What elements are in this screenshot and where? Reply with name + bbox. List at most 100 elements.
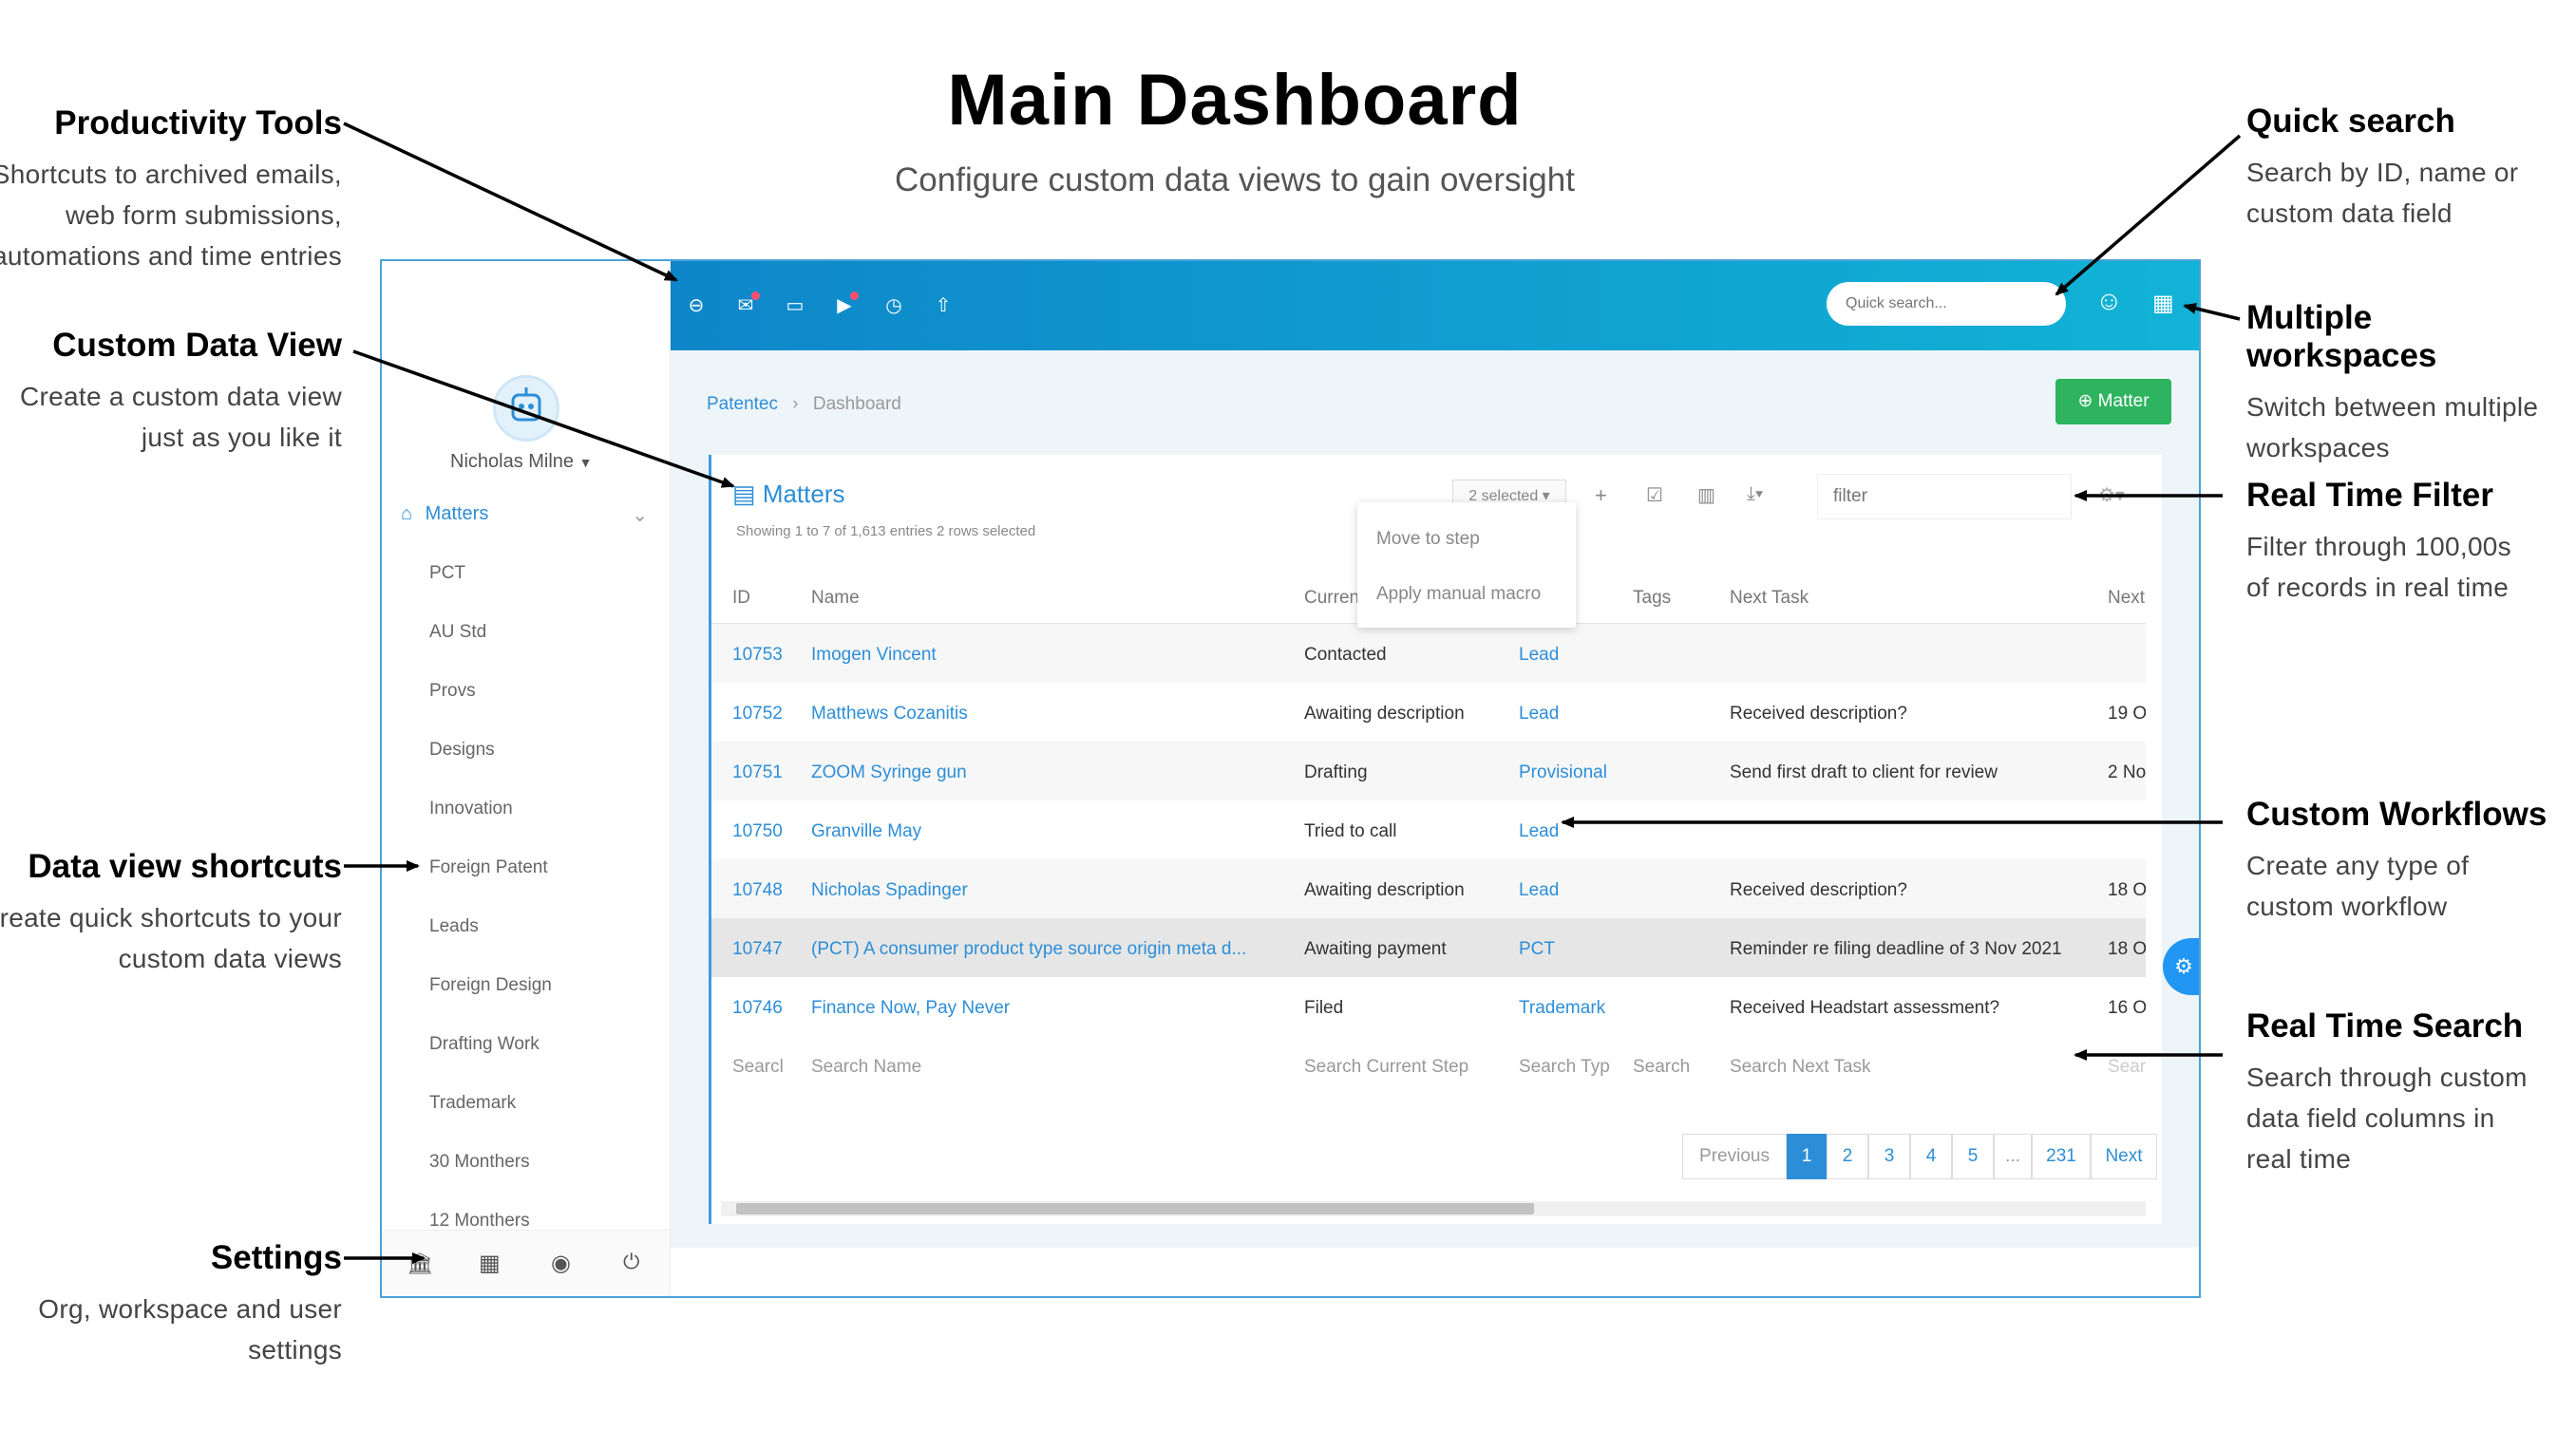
annotation-line: Create any type of: [2246, 851, 2470, 880]
column-header-next-task[interactable]: Next Task: [1730, 588, 1809, 609]
quick-search-input[interactable]: [1827, 282, 2066, 326]
cell-id[interactable]: 10746: [732, 998, 783, 1019]
cell-name[interactable]: Imogen Vincent: [811, 645, 937, 666]
cell-type[interactable]: Lead: [1519, 880, 1559, 901]
search-type-input[interactable]: Search Typ: [1519, 1057, 1618, 1078]
search-id-input[interactable]: Searcl: [732, 1057, 789, 1078]
column-header-id[interactable]: ID: [732, 588, 750, 609]
user-circle-icon[interactable]: ◉: [551, 1250, 571, 1277]
table-row[interactable]: [711, 800, 2146, 859]
cell-type[interactable]: PCT: [1519, 939, 1555, 960]
search-step-input[interactable]: Search Current Step: [1304, 1057, 1468, 1078]
workspaces-grid-icon[interactable]: ▦: [2152, 290, 2174, 317]
menu-item-apply-macro[interactable]: Apply manual macro: [1376, 584, 1541, 605]
columns-icon[interactable]: ▥: [1697, 483, 1715, 507]
cell-next: 18 Oc: [2108, 880, 2146, 900]
sidebar-item[interactable]: Drafting Work: [429, 1034, 540, 1055]
pagination-ellipsis: ...: [1994, 1134, 2032, 1179]
sidebar-item[interactable]: Provs: [429, 681, 476, 702]
annotation-title: Quick search: [2246, 103, 2455, 140]
pagination-page[interactable]: 3: [1868, 1134, 1910, 1179]
settings-fab[interactable]: ⚙: [2163, 938, 2199, 995]
horizontal-scrollbar[interactable]: [721, 1201, 2146, 1216]
sidebar-item[interactable]: Leads: [429, 916, 479, 937]
cell-name[interactable]: ZOOM Syringe gun: [811, 762, 967, 783]
cell-id[interactable]: 10752: [732, 704, 783, 724]
pagination-page[interactable]: 5: [1952, 1134, 1994, 1179]
sidebar-item[interactable]: Foreign Patent: [429, 857, 548, 878]
new-matter-button[interactable]: ⊕ Matter: [2055, 379, 2171, 424]
download-icon[interactable]: ⤓▾: [1747, 483, 1763, 505]
cell-type[interactable]: Provisional: [1519, 762, 1607, 783]
pagination-page[interactable]: 2: [1827, 1134, 1868, 1179]
cell-name[interactable]: (PCT) A consumer product type source ori…: [811, 939, 1286, 960]
sidebar-item[interactable]: Trademark: [429, 1093, 516, 1114]
cell-name[interactable]: Granville May: [811, 821, 921, 842]
sidebar-item[interactable]: 12 Monthers: [429, 1211, 530, 1232]
pagination-page-active[interactable]: 1: [1787, 1134, 1827, 1179]
form-icon[interactable]: ▭: [785, 295, 805, 316]
column-header-name[interactable]: Name: [811, 588, 860, 609]
upload-icon[interactable]: ⇧: [933, 295, 954, 316]
cell-name[interactable]: Nicholas Spadinger: [811, 880, 968, 901]
sidebar-item[interactable]: Innovation: [429, 799, 513, 819]
nav-matters-label: Matters: [425, 503, 489, 524]
cell-id[interactable]: 10751: [732, 762, 783, 783]
nav-matters[interactable]: ⌂ Matters ⌄: [401, 503, 657, 526]
cell-step: Contacted: [1304, 645, 1387, 665]
app-window: Nicholas Milne ▼ ⌂ Matters ⌄ PCT AU Std …: [380, 259, 2201, 1298]
cell-type[interactable]: Lead: [1519, 821, 1559, 842]
column-header-tags[interactable]: Tags: [1633, 588, 1671, 609]
power-icon[interactable]: ⏻: [623, 1250, 639, 1274]
menu-item-move-to-step[interactable]: Move to step: [1376, 529, 1480, 550]
column-header-current-step[interactable]: Curren: [1304, 588, 1359, 609]
grid-icon[interactable]: ▦: [479, 1250, 501, 1277]
sidebar-item[interactable]: Designs: [429, 740, 495, 761]
new-matter-label: Matter: [2097, 391, 2150, 411]
pagination-next[interactable]: Next: [2091, 1134, 2157, 1179]
search-next-input[interactable]: Searc: [2108, 1057, 2146, 1078]
sidebar-item[interactable]: AU Std: [429, 622, 486, 643]
gear-icon[interactable]: ⚙▾: [2098, 483, 2125, 507]
breadcrumb-link[interactable]: Patentec: [707, 394, 778, 414]
notification-dot: [751, 292, 760, 300]
play-icon[interactable]: ▶: [834, 292, 859, 316]
scrollbar-thumb[interactable]: [736, 1203, 1534, 1214]
cell-id[interactable]: 10750: [732, 821, 783, 842]
clock-icon[interactable]: ◷: [883, 295, 904, 316]
sidebar-item[interactable]: Foreign Design: [429, 975, 552, 996]
file-icon: ▤: [732, 480, 756, 508]
cell-type[interactable]: Lead: [1519, 645, 1559, 666]
page-subtitle: Configure custom data views to gain over…: [895, 161, 1575, 198]
cell-name[interactable]: Matthews Cozanitis: [811, 704, 968, 724]
cell-name[interactable]: Finance Now, Pay Never: [811, 998, 1010, 1019]
column-header-next[interactable]: Next: [2108, 588, 2145, 609]
sidebar: Nicholas Milne ▼ ⌂ Matters ⌄ PCT AU Std …: [382, 261, 671, 1296]
annotation-line: Create quick shortcuts to your: [0, 903, 342, 932]
filter-input[interactable]: [1817, 474, 2072, 519]
user-menu[interactable]: Nicholas Milne ▼: [450, 451, 592, 473]
search-name-input[interactable]: Search Name: [811, 1057, 921, 1078]
sidebar-item[interactable]: PCT: [429, 563, 465, 584]
avatar[interactable]: [493, 375, 559, 442]
chevron-down-icon: ⌄: [632, 505, 648, 526]
pagination-previous[interactable]: Previous: [1682, 1134, 1787, 1179]
panel-title: ▤ Matters: [732, 480, 845, 509]
robot-icon[interactable]: ☺: [2095, 286, 2128, 324]
cell-id[interactable]: 10753: [732, 645, 783, 666]
plus-icon[interactable]: +: [1595, 483, 1607, 508]
topbar: ⊖ ✉ ▭ ▶ ◷ ⇧ ☺ ▦: [671, 261, 2199, 350]
cell-type[interactable]: Trademark: [1519, 998, 1605, 1019]
bank-icon[interactable]: 🏛: [407, 1251, 433, 1276]
cell-id[interactable]: 10747: [732, 939, 783, 960]
cell-id[interactable]: 10748: [732, 880, 783, 901]
search-tags-input[interactable]: Search: [1633, 1057, 1690, 1078]
pagination-page[interactable]: 231: [2032, 1134, 2091, 1179]
pagination-page[interactable]: 4: [1910, 1134, 1952, 1179]
cell-type[interactable]: Lead: [1519, 704, 1559, 724]
email-icon[interactable]: ✉: [735, 292, 760, 316]
sidebar-item[interactable]: 30 Monthers: [429, 1152, 530, 1173]
search-task-input[interactable]: Search Next Task: [1730, 1057, 1871, 1078]
checkbox-icon[interactable]: ☑: [1646, 483, 1663, 507]
back-circle-icon[interactable]: ⊖: [686, 295, 707, 316]
